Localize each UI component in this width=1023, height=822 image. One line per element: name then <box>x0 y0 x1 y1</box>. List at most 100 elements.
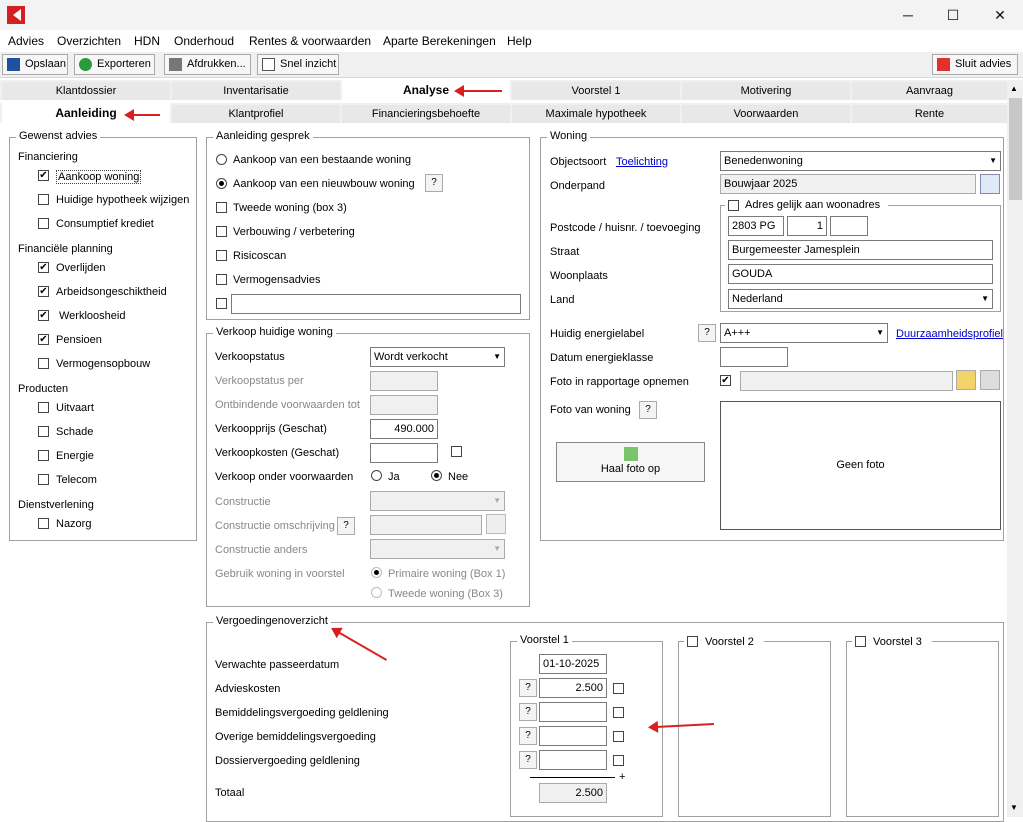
checkbox-consumptief-krediet[interactable] <box>38 218 49 229</box>
checkbox-pensioen[interactable]: ✔ <box>38 334 49 345</box>
tab-maximale-hypotheek[interactable]: Maximale hypotheek <box>512 105 680 123</box>
menu-advies[interactable]: Advies <box>8 34 44 48</box>
toevoeging-input[interactable] <box>830 216 868 236</box>
bemiddeling-input[interactable] <box>539 702 607 722</box>
menu-hdn[interactable]: HDN <box>134 34 160 48</box>
checkbox-vermogensopbouw[interactable] <box>38 358 49 369</box>
help-button-overige[interactable]: ? <box>519 727 537 745</box>
woonplaats-input[interactable]: GOUDA <box>728 264 993 284</box>
checkbox-schade[interactable] <box>38 426 49 437</box>
overig-input[interactable] <box>231 294 521 314</box>
constructie-omschrijving-input[interactable] <box>370 515 482 535</box>
menu-rentes[interactable]: Rentes & voorwaarden <box>249 34 371 48</box>
checkbox-dossier[interactable] <box>613 755 624 766</box>
postcode-input[interactable]: 2803 PG <box>728 216 784 236</box>
toelichting-link[interactable]: Toelichting <box>616 156 668 168</box>
scroll-up-icon[interactable]: ▲ <box>1010 84 1018 93</box>
tab-motivering[interactable]: Motivering <box>682 82 850 100</box>
menu-onderhoud[interactable]: Onderhoud <box>174 34 234 48</box>
maximize-button[interactable]: ☐ <box>930 0 976 30</box>
radio-nieuwbouw-woning[interactable] <box>216 178 227 189</box>
checkbox-arbeidsongeschiktheid[interactable]: ✔ <box>38 286 49 297</box>
checkbox-overige[interactable] <box>613 731 624 742</box>
checkbox-verbouwing[interactable] <box>216 226 227 237</box>
help-button-energielabel[interactable]: ? <box>698 324 716 342</box>
scroll-down-icon[interactable]: ▼ <box>1010 803 1018 812</box>
quick-insight-button[interactable]: Snel inzicht <box>257 54 339 75</box>
help-button-advieskosten[interactable]: ? <box>519 679 537 697</box>
checkbox-aankoop-woning[interactable]: ✔ <box>38 170 49 181</box>
close-advice-button[interactable]: Sluit advies <box>932 54 1018 75</box>
checkbox-vermogensadvies[interactable] <box>216 274 227 285</box>
help-button-foto[interactable]: ? <box>639 401 657 419</box>
checkbox-overlijden[interactable]: ✔ <box>38 262 49 273</box>
checkbox-risicoscan[interactable] <box>216 250 227 261</box>
radio-primaire-woning[interactable] <box>371 567 382 578</box>
checkbox-telecom[interactable] <box>38 474 49 485</box>
scroll-thumb[interactable] <box>1009 98 1022 200</box>
tab-klantdossier[interactable]: Klantdossier <box>2 82 170 100</box>
datum-energieklasse-input[interactable] <box>720 347 788 367</box>
tab-voorwaarden[interactable]: Voorwaarden <box>682 105 850 123</box>
menu-overzichten[interactable]: Overzichten <box>57 34 121 48</box>
radio-nee[interactable] <box>431 470 442 481</box>
checkbox-werkloosheid[interactable]: ✔ <box>38 310 49 321</box>
verkoopstatus-per-input[interactable] <box>370 371 438 391</box>
checkbox-tweede-woning[interactable] <box>216 202 227 213</box>
checkbox-bemiddeling[interactable] <box>613 707 624 718</box>
foto-pad-input[interactable] <box>740 371 953 391</box>
straat-input[interactable]: Burgemeester Jamesplein <box>728 240 993 260</box>
checkbox-adres-gelijk[interactable] <box>728 200 739 211</box>
checkbox-advieskosten[interactable] <box>613 683 624 694</box>
checkbox-uitvaart[interactable] <box>38 402 49 413</box>
edit-onderpand-icon[interactable] <box>980 174 1000 194</box>
radio-tweede-woning[interactable] <box>371 587 382 598</box>
constructie-anders-dropdown[interactable] <box>370 539 505 559</box>
dossier-input[interactable] <box>539 750 607 770</box>
tab-inventarisatie[interactable]: Inventarisatie <box>172 82 340 100</box>
minimize-button[interactable]: ─ <box>885 0 931 30</box>
radio-ja[interactable] <box>371 470 382 481</box>
tab-aanvraag[interactable]: Aanvraag <box>852 82 1007 100</box>
huisnummer-input[interactable]: 1 <box>787 216 827 236</box>
tab-klantprofiel[interactable]: Klantprofiel <box>172 105 340 123</box>
checkbox-nazorg[interactable] <box>38 518 49 529</box>
folder-icon[interactable] <box>956 370 976 390</box>
checkbox-huidige-hypotheek[interactable] <box>38 194 49 205</box>
checkbox-energie[interactable] <box>38 450 49 461</box>
help-button-bemiddeling[interactable]: ? <box>519 703 537 721</box>
duurzaamheidsprofiel-link[interactable]: Duurzaamheidsprofiel <box>896 328 1003 340</box>
checkbox-voorstel-2[interactable] <box>687 636 698 647</box>
radio-bestaande-woning[interactable] <box>216 154 227 165</box>
save-button[interactable]: Opslaan <box>2 54 68 75</box>
print-button[interactable]: Afdrukken... <box>164 54 251 75</box>
energielabel-dropdown[interactable]: A+++ <box>720 323 888 343</box>
passeerdatum-input[interactable]: 01-10-2025 <box>539 654 607 674</box>
menu-help[interactable]: Help <box>507 34 532 48</box>
ontbindende-voorwaarden-input[interactable] <box>370 395 438 415</box>
close-window-button[interactable]: ✕ <box>977 0 1023 30</box>
tab-rente[interactable]: Rente <box>852 105 1007 123</box>
overige-input[interactable] <box>539 726 607 746</box>
help-button-nieuwbouw[interactable]: ? <box>425 174 443 192</box>
edit-icon[interactable] <box>486 514 506 534</box>
help-button-constructie[interactable]: ? <box>337 517 355 535</box>
export-button[interactable]: Exporteren <box>74 54 155 75</box>
checkbox-foto-rapportage[interactable]: ✔ <box>720 375 731 386</box>
constructie-dropdown[interactable] <box>370 491 505 511</box>
delete-photo-icon[interactable] <box>980 370 1000 390</box>
checkbox-overig[interactable] <box>216 298 227 309</box>
verkoopprijs-input[interactable]: 490.000 <box>370 419 438 439</box>
help-button-dossier[interactable]: ? <box>519 751 537 769</box>
onderpand-input[interactable]: Bouwjaar 2025 <box>720 174 976 194</box>
menu-aparte-berekeningen[interactable]: Aparte Berekeningen <box>383 34 496 48</box>
checkbox-voorstel-3[interactable] <box>855 636 866 647</box>
verkoopstatus-dropdown[interactable]: Wordt verkocht <box>370 347 505 367</box>
land-dropdown[interactable]: Nederland <box>728 289 993 309</box>
objectsoort-dropdown[interactable]: Benedenwoning <box>720 151 1001 171</box>
verkoopkosten-input[interactable] <box>370 443 438 463</box>
advieskosten-input[interactable]: 2.500 <box>539 678 607 698</box>
tab-voorstel-1[interactable]: Voorstel 1 <box>512 82 680 100</box>
tab-financieringsbehoefte[interactable]: Financieringsbehoefte <box>342 105 510 123</box>
checkbox-verkoopkosten[interactable] <box>451 446 462 457</box>
